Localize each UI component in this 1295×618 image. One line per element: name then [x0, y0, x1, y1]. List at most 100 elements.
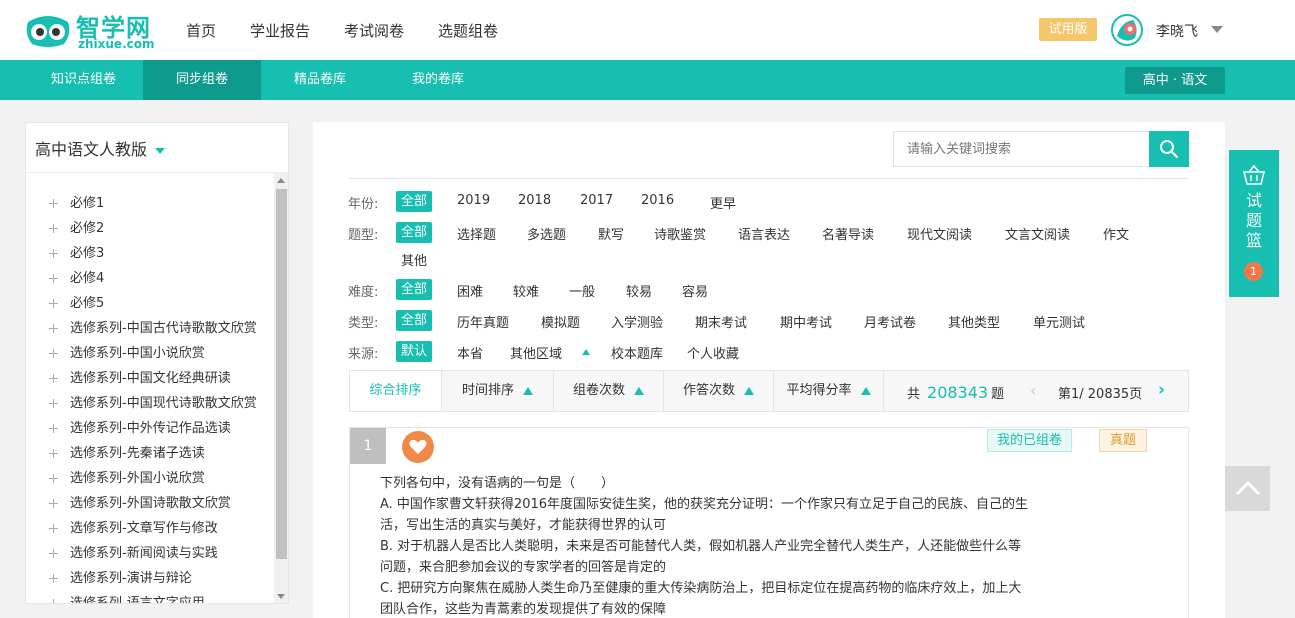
- tree-item[interactable]: 选修系列-语言文字应用: [26, 591, 274, 603]
- filter-difficulty-easier[interactable]: 较易: [626, 281, 652, 300]
- top-nav-marking[interactable]: 考试阅卷: [344, 20, 404, 41]
- subnav-knowledge-compose[interactable]: 知识点组卷: [24, 60, 143, 100]
- filter-category-mock[interactable]: 模拟题: [541, 312, 580, 331]
- filter-category-midterm[interactable]: 期中考试: [780, 312, 832, 331]
- expand-plus-icon[interactable]: [49, 324, 59, 334]
- scroll-thumb[interactable]: [276, 189, 287, 559]
- tree-item[interactable]: 选修系列-中国文化经典研读: [26, 366, 274, 391]
- filter-category-all[interactable]: 全部: [396, 310, 433, 331]
- tree-item[interactable]: 选修系列-文章写作与修改: [26, 516, 274, 541]
- filter-type-multi[interactable]: 多选题: [527, 224, 566, 243]
- user-menu-caret-icon[interactable]: [1211, 26, 1223, 33]
- expand-plus-icon[interactable]: [49, 374, 59, 384]
- tree-item[interactable]: 必修2: [26, 216, 274, 241]
- filter-type-classics[interactable]: 名著导读: [822, 224, 874, 243]
- filter-source-province[interactable]: 本省: [457, 343, 483, 362]
- subnav-premium-papers[interactable]: 精品卷库: [261, 60, 379, 100]
- filter-source-default[interactable]: 默认: [396, 341, 433, 362]
- scroll-up-icon[interactable]: [277, 178, 285, 183]
- expand-plus-icon[interactable]: [49, 399, 59, 409]
- filter-difficulty-easy[interactable]: 容易: [682, 281, 708, 300]
- sort-time[interactable]: 时间排序: [442, 371, 554, 411]
- expand-plus-icon[interactable]: [49, 299, 59, 309]
- expand-plus-icon[interactable]: [49, 274, 59, 284]
- tree-item[interactable]: 必修4: [26, 266, 274, 291]
- filter-year-2017[interactable]: 2017: [580, 193, 613, 208]
- expand-plus-icon[interactable]: [49, 349, 59, 359]
- filter-category-other[interactable]: 其他类型: [948, 312, 1000, 331]
- tree-item[interactable]: 选修系列-演讲与辩论: [26, 566, 274, 591]
- filter-category-entrance[interactable]: 入学测验: [611, 312, 663, 331]
- expand-plus-icon[interactable]: [49, 224, 59, 234]
- tree-item[interactable]: 选修系列-中国现代诗歌散文欣赏: [26, 391, 274, 416]
- filter-source-personal[interactable]: 个人收藏: [687, 343, 739, 362]
- expand-plus-icon[interactable]: [49, 249, 59, 259]
- page-prev-icon[interactable]: ‹: [1030, 381, 1036, 400]
- top-nav-compose[interactable]: 选题组卷: [438, 20, 498, 41]
- tree-item[interactable]: 必修5: [26, 291, 274, 316]
- grade-subject-button[interactable]: 高中 · 语文: [1125, 67, 1225, 94]
- expand-plus-icon[interactable]: [49, 424, 59, 434]
- tree-item[interactable]: 选修系列-中国小说欣赏: [26, 341, 274, 366]
- filter-difficulty-harder[interactable]: 较难: [513, 281, 539, 300]
- search-input[interactable]: [893, 131, 1151, 167]
- sort-answer-count[interactable]: 作答次数: [664, 371, 774, 411]
- filter-year-2019[interactable]: 2019: [457, 193, 490, 208]
- filter-difficulty-all[interactable]: 全部: [396, 279, 433, 300]
- filter-source-school[interactable]: 校本题库: [611, 343, 663, 362]
- filter-type-all[interactable]: 全部: [396, 222, 433, 243]
- textbook-select[interactable]: 高中语文人教版: [35, 136, 166, 160]
- filter-type-other[interactable]: 其他: [401, 250, 427, 269]
- expand-plus-icon[interactable]: [49, 474, 59, 484]
- favorite-button[interactable]: [402, 431, 434, 463]
- tree-item[interactable]: 选修系列-中外传记作品选读: [26, 416, 274, 441]
- back-to-top-button[interactable]: [1225, 466, 1270, 511]
- question-basket-button[interactable]: 试 题 篮 1: [1229, 150, 1279, 297]
- filter-source-other-region[interactable]: 其他区域: [510, 343, 562, 362]
- filter-category-final[interactable]: 期末考试: [695, 312, 747, 331]
- tree-item[interactable]: 选修系列-中国古代诗歌散文欣赏: [26, 316, 274, 341]
- question-stem[interactable]: 下列各句中，没有语病的一句是（ ） A. 中国作家曹文轩获得2016年度国际安徒…: [380, 473, 1080, 618]
- tree-item[interactable]: 选修系列-新闻阅读与实践: [26, 541, 274, 566]
- filter-type-poetry[interactable]: 诗歌鉴赏: [654, 224, 706, 243]
- tree-item[interactable]: 选修系列-外国小说欣赏: [26, 466, 274, 491]
- brand-logo[interactable]: 智学网 zhixue.com: [24, 10, 164, 52]
- expand-plus-icon[interactable]: [49, 449, 59, 459]
- filter-category-unit[interactable]: 单元测试: [1033, 312, 1085, 331]
- filter-category-monthly[interactable]: 月考试卷: [864, 312, 916, 331]
- filter-year-all[interactable]: 全部: [396, 191, 433, 212]
- subnav-my-papers[interactable]: 我的卷库: [379, 60, 497, 100]
- tree-item[interactable]: 选修系列-先秦诸子选读: [26, 441, 274, 466]
- filter-difficulty-medium[interactable]: 一般: [569, 281, 595, 300]
- avatar[interactable]: [1111, 14, 1143, 46]
- search-button[interactable]: [1149, 131, 1189, 167]
- user-name[interactable]: 李晓飞: [1156, 21, 1198, 41]
- expand-plus-icon[interactable]: [49, 574, 59, 584]
- tree-item[interactable]: 必修1: [26, 191, 274, 216]
- top-nav-home[interactable]: 首页: [186, 20, 216, 41]
- expand-plus-icon[interactable]: [49, 599, 59, 603]
- filter-type-expression[interactable]: 语言表达: [738, 224, 790, 243]
- expand-plus-icon[interactable]: [49, 549, 59, 559]
- filter-type-essay[interactable]: 作文: [1103, 224, 1129, 243]
- filter-type-classical-reading[interactable]: 文言文阅读: [1005, 224, 1070, 243]
- expand-plus-icon[interactable]: [49, 499, 59, 509]
- filter-year-2018[interactable]: 2018: [518, 193, 551, 208]
- tree-item[interactable]: 选修系列-外国诗歌散文欣赏: [26, 491, 274, 516]
- page-next-icon[interactable]: ›: [1158, 380, 1165, 400]
- tree-scrollbar[interactable]: [274, 173, 288, 603]
- sort-compose-count[interactable]: 组卷次数: [554, 371, 664, 411]
- filter-type-dictation[interactable]: 默写: [598, 224, 624, 243]
- subnav-sync-compose[interactable]: 同步组卷: [143, 60, 261, 100]
- filter-year-earlier[interactable]: 更早: [710, 193, 736, 212]
- filter-type-choice[interactable]: 选择题: [457, 224, 496, 243]
- filter-difficulty-hard[interactable]: 困难: [457, 281, 483, 300]
- sort-comprehensive[interactable]: 综合排序: [350, 371, 442, 411]
- filter-category-past-exams[interactable]: 历年真题: [457, 312, 509, 331]
- expand-plus-icon[interactable]: [49, 199, 59, 209]
- sort-avg-score[interactable]: 平均得分率: [774, 371, 884, 411]
- filter-type-modern-reading[interactable]: 现代文阅读: [907, 224, 972, 243]
- expand-region-icon[interactable]: [582, 349, 590, 355]
- scroll-down-icon[interactable]: [277, 594, 285, 599]
- tree-item[interactable]: 必修3: [26, 241, 274, 266]
